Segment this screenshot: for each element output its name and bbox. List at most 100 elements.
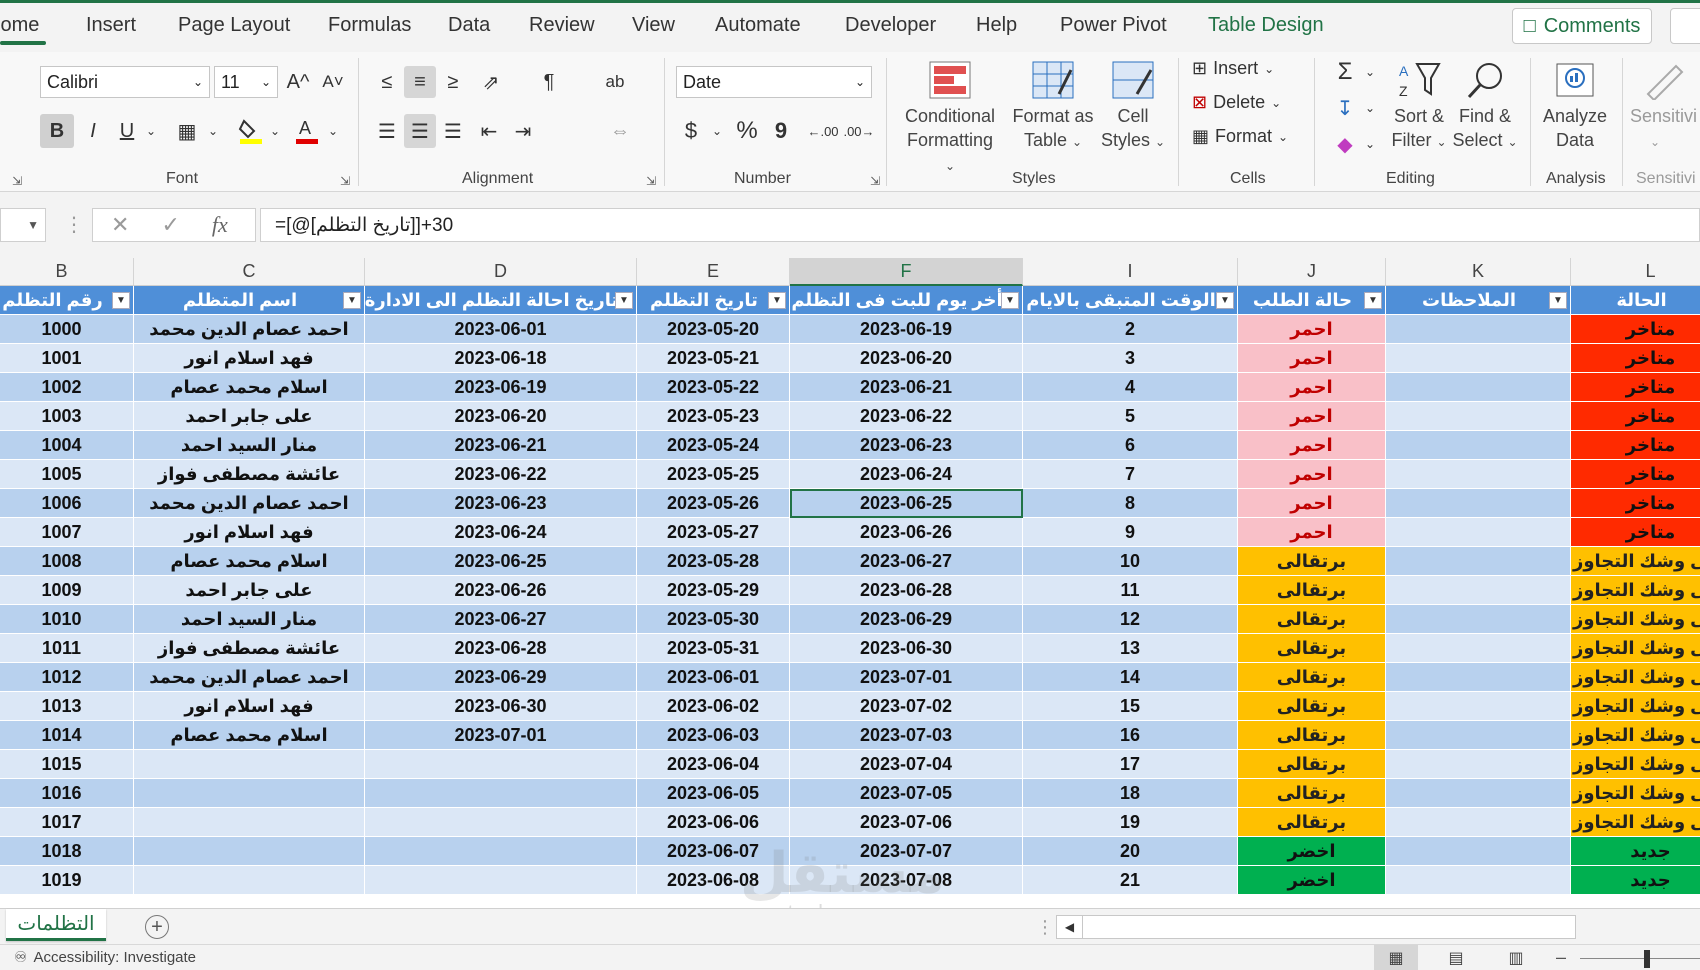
table-cell[interactable]: على وشك التجاوز [1571,721,1700,750]
horizontal-scrollbar[interactable]: ◀ [1056,915,1576,939]
filter-dropdown-icon[interactable]: ▼ [1549,292,1567,309]
currency-button[interactable]: $ [676,114,706,148]
table-cell[interactable]: 2023-05-29 [637,576,790,605]
table-cell[interactable]: احمر [1238,315,1386,344]
table-cell[interactable] [1386,489,1571,518]
table-cell[interactable]: 2023-05-22 [637,373,790,402]
sheet-tab-active[interactable]: التظلمات [6,909,106,941]
table-cell[interactable]: 2023-06-24 [365,518,637,547]
insert-function-button[interactable]: fx [212,212,228,238]
table-cell[interactable] [134,866,365,895]
table-cell[interactable]: برتقالى [1238,808,1386,837]
zoom-out-icon[interactable]: – [1556,947,1566,968]
table-cell[interactable]: احمر [1238,402,1386,431]
table-cell[interactable]: 2023-06-30 [790,634,1023,663]
table-cell[interactable]: 2023-06-23 [790,431,1023,460]
align-bottom-icon[interactable]: ≥ [438,66,468,98]
table-cell[interactable]: برتقالى [1238,779,1386,808]
table-cell[interactable] [1386,518,1571,547]
accessibility-status[interactable]: ♾ Accessibility: Investigate [14,948,196,967]
table-cell[interactable]: جديد [1571,837,1700,866]
number-format-combo[interactable]: Date ⌄ [676,66,872,98]
fill-color-icon[interactable] [236,114,266,148]
table-cell[interactable]: احمر [1238,460,1386,489]
table-cell[interactable] [365,750,637,779]
dialog-launcher-icon[interactable]: ⇲ [12,174,22,188]
table-cell[interactable]: 2023-06-21 [790,373,1023,402]
table-cell[interactable]: 2023-06-18 [365,344,637,373]
table-cell[interactable]: 19 [1023,808,1238,837]
table-cell[interactable]: 1002 [0,373,134,402]
dialog-launcher-icon[interactable]: ⇲ [870,174,880,188]
worksheet-grid[interactable]: B C D E F I J K L رقم التظلم ▼ اسم المتظلم ▼ تاريخ اح… [0,258,1700,908]
table-cell[interactable]: فهد اسلام انور [134,518,365,547]
table-cell[interactable]: 1000 [0,315,134,344]
table-header-cell[interactable]: رقم التظلم ▼ [0,286,134,315]
table-cell[interactable]: 1009 [0,576,134,605]
column-header-c[interactable]: C [134,258,365,286]
analyze-data-button[interactable]: Analyze Data [1540,60,1610,152]
filter-dropdown-icon[interactable]: ▼ [768,292,786,309]
table-cell[interactable]: فهد اسلام انور [134,344,365,373]
table-cell[interactable]: 2023-06-30 [365,692,637,721]
table-cell[interactable]: على وشك التجاوز [1571,663,1700,692]
tab-formulas[interactable]: Formulas [328,14,411,37]
filter-dropdown-icon[interactable]: ▼ [1364,292,1382,309]
column-header-d[interactable]: D [365,258,637,286]
table-cell[interactable] [1386,315,1571,344]
merge-center-icon[interactable]: ⇔ [600,114,640,148]
table-cell[interactable]: 2023-07-05 [790,779,1023,808]
table-cell[interactable]: عائشة مصطفى فواز [134,460,365,489]
table-cell[interactable] [365,866,637,895]
chevron-down-icon[interactable]: ⌄ [708,114,726,148]
table-cell[interactable] [134,808,365,837]
table-cell[interactable]: برتقالى [1238,605,1386,634]
table-cell[interactable]: 2023-07-01 [365,721,637,750]
table-cell[interactable]: على وشك التجاوز [1571,605,1700,634]
tab-developer[interactable]: Developer [845,14,936,37]
table-cell[interactable]: اسلام محمد عصام [134,721,365,750]
decrease-decimal-icon[interactable]: .00→ [842,114,876,148]
table-cell[interactable]: 2023-06-04 [637,750,790,779]
column-header-b[interactable]: B [0,258,134,286]
fill-down-icon[interactable]: ↧ [1330,92,1360,124]
orientation-icon[interactable]: ⇗ [474,66,508,98]
tab-page-layout[interactable]: Page Layout [178,14,290,37]
chevron-down-icon[interactable]: ⌄ [1362,56,1378,88]
table-cell[interactable] [1386,866,1571,895]
table-cell[interactable]: 1008 [0,547,134,576]
italic-button[interactable]: I [78,114,108,148]
table-header-cell[interactable]: الوقت المتبقى بالايام ▼ [1023,286,1238,315]
table-cell[interactable]: 2023-06-27 [365,605,637,634]
table-cell[interactable]: 2023-06-06 [637,808,790,837]
table-cell[interactable]: 2023-06-25 [365,547,637,576]
filter-dropdown-icon[interactable]: ▼ [112,292,130,309]
table-cell[interactable]: 2023-05-28 [637,547,790,576]
chevron-down-icon[interactable]: ⌄ [142,114,160,148]
table-cell[interactable]: متاخر [1571,373,1700,402]
table-cell[interactable]: 2023-05-27 [637,518,790,547]
table-cell[interactable]: 1003 [0,402,134,431]
comma-style-button[interactable]: 9 [768,114,794,148]
chevron-down-icon[interactable]: ⌄ [1362,92,1378,124]
split-handle-icon[interactable]: ⋮ [1036,917,1054,938]
table-cell[interactable]: اسلام محمد عصام [134,547,365,576]
table-cell[interactable]: متاخر [1571,518,1700,547]
align-middle-icon[interactable]: ≡ [404,66,436,98]
table-cell[interactable]: احمر [1238,489,1386,518]
align-center-icon[interactable]: ☰ [404,114,436,148]
table-cell[interactable]: 2023-06-26 [790,518,1023,547]
zoom-slider-thumb[interactable] [1644,950,1650,968]
table-cell[interactable]: 2023-06-29 [365,663,637,692]
table-cell[interactable]: 2023-06-08 [637,866,790,895]
filter-dropdown-icon[interactable]: ▼ [1001,292,1019,309]
tab-data[interactable]: Data [448,14,490,37]
table-cell[interactable]: 2023-07-08 [790,866,1023,895]
chevron-down-icon[interactable]: ⌄ [1362,128,1378,160]
table-header-cell[interactable]: الملاحظات ▼ [1386,286,1571,315]
tab-power-pivot[interactable]: Power Pivot [1060,14,1167,37]
table-cell[interactable]: 1019 [0,866,134,895]
table-cell[interactable]: 2023-07-06 [790,808,1023,837]
table-cell[interactable] [1386,605,1571,634]
table-cell[interactable]: 4 [1023,373,1238,402]
